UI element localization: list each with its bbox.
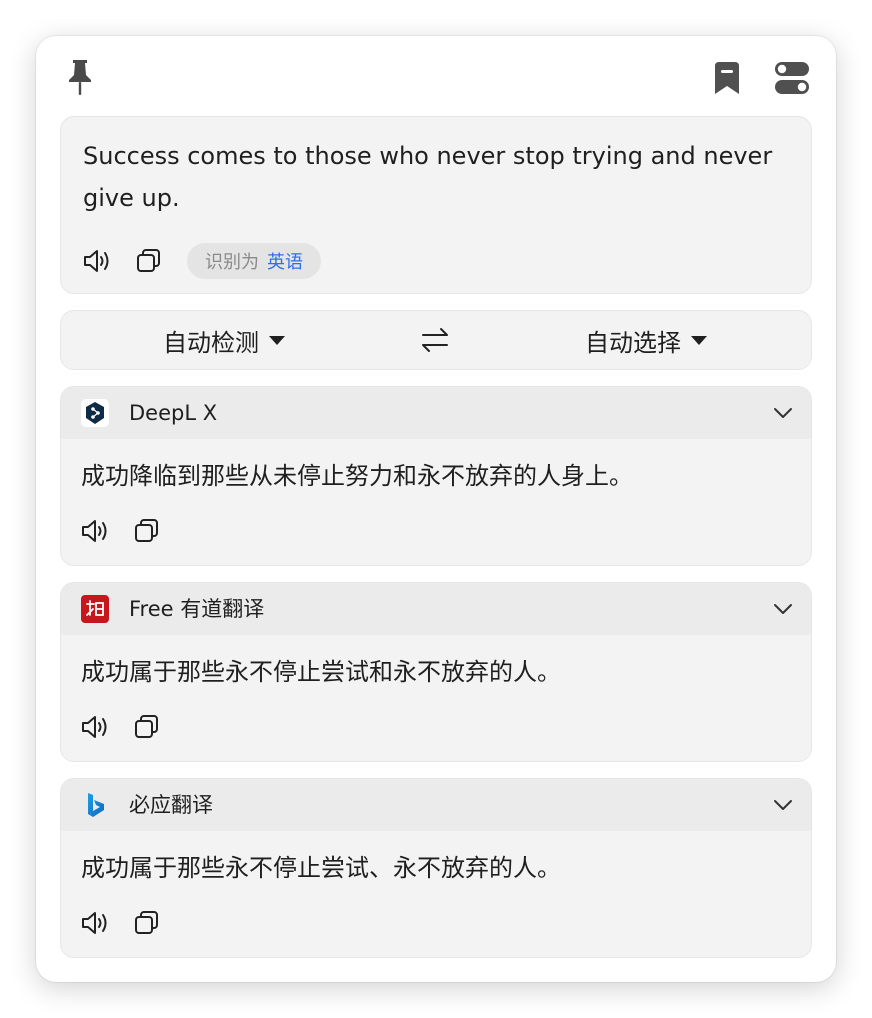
result-actions bbox=[77, 709, 181, 745]
copy-icon bbox=[137, 249, 160, 272]
detected-prefix: 识别为 bbox=[205, 252, 259, 273]
speaker-icon bbox=[82, 912, 107, 934]
chevron-down-icon[interactable] bbox=[771, 401, 795, 425]
result-header-deepl[interactable]: DeepL X bbox=[61, 387, 811, 439]
dropdown-triangle-icon bbox=[269, 335, 285, 345]
result-header-bing[interactable]: 必应翻译 bbox=[61, 779, 811, 831]
copy-button[interactable] bbox=[129, 513, 165, 549]
source-copy-button[interactable] bbox=[131, 243, 167, 279]
bookmark-icon bbox=[715, 62, 739, 94]
swap-arrows-icon bbox=[422, 328, 448, 352]
copy-icon bbox=[135, 911, 158, 934]
source-speak-button[interactable] bbox=[79, 243, 115, 279]
source-language-select[interactable]: 自动检测 bbox=[163, 311, 285, 369]
detected-language: 英语 bbox=[267, 252, 303, 273]
speak-button[interactable] bbox=[77, 905, 113, 941]
result-header-youdao[interactable]: Free 有道翻译 bbox=[61, 583, 811, 635]
settings-toggle-button[interactable] bbox=[772, 60, 812, 96]
speak-button[interactable] bbox=[77, 513, 113, 549]
copy-button[interactable] bbox=[129, 905, 165, 941]
swap-languages-button[interactable] bbox=[419, 325, 451, 355]
target-language-label: 自动选择 bbox=[585, 328, 681, 357]
translation-text[interactable]: 成功属于那些永不停止尝试和永不放弃的人。 bbox=[81, 655, 561, 689]
result-card-youdao: Free 有道翻译 成功属于那些永不停止尝试和永不放弃的人。 bbox=[60, 582, 812, 762]
pin-button[interactable] bbox=[64, 58, 96, 96]
toggle-settings-icon bbox=[775, 62, 809, 94]
translator-window: Success comes to those who never stop tr… bbox=[36, 36, 836, 982]
deepl-logo-icon bbox=[81, 399, 109, 427]
top-toolbar bbox=[36, 36, 836, 116]
chevron-down-icon[interactable] bbox=[771, 597, 795, 621]
result-card-deepl: DeepL X 成功降临到那些从未停止努力和永不放弃的人身上。 bbox=[60, 386, 812, 566]
pin-icon bbox=[69, 60, 91, 95]
detected-language-badge[interactable]: 识别为 英语 bbox=[187, 243, 321, 279]
speak-button[interactable] bbox=[77, 709, 113, 745]
source-actions: 识别为 英语 bbox=[79, 243, 321, 279]
service-name: 必应翻译 bbox=[129, 793, 213, 817]
result-actions bbox=[77, 513, 181, 549]
speaker-icon bbox=[84, 250, 109, 272]
translation-text[interactable]: 成功降临到那些从未停止努力和永不放弃的人身上。 bbox=[81, 459, 633, 493]
copy-icon bbox=[135, 519, 158, 542]
source-language-label: 自动检测 bbox=[163, 328, 259, 357]
language-bar: 自动检测 自动选择 bbox=[60, 310, 812, 370]
bookmark-button[interactable] bbox=[710, 60, 744, 96]
translation-text[interactable]: 成功属于那些永不停止尝试、永不放弃的人。 bbox=[81, 851, 561, 885]
speaker-icon bbox=[82, 520, 107, 542]
youdao-logo-icon bbox=[81, 595, 109, 623]
target-language-select[interactable]: 自动选择 bbox=[585, 311, 707, 369]
dropdown-triangle-icon bbox=[691, 335, 707, 345]
chevron-down-icon[interactable] bbox=[771, 793, 795, 817]
copy-icon bbox=[135, 715, 158, 738]
copy-button[interactable] bbox=[129, 709, 165, 745]
result-card-bing: 必应翻译 成功属于那些永不停止尝试、永不放弃的人。 bbox=[60, 778, 812, 958]
bing-logo-icon bbox=[88, 793, 104, 817]
speaker-icon bbox=[82, 716, 107, 738]
result-actions bbox=[77, 905, 181, 941]
service-name: DeepL X bbox=[129, 401, 218, 425]
source-text[interactable]: Success comes to those who never stop tr… bbox=[83, 135, 783, 219]
service-name: Free 有道翻译 bbox=[129, 597, 265, 621]
source-text-card: Success comes to those who never stop tr… bbox=[60, 116, 812, 294]
